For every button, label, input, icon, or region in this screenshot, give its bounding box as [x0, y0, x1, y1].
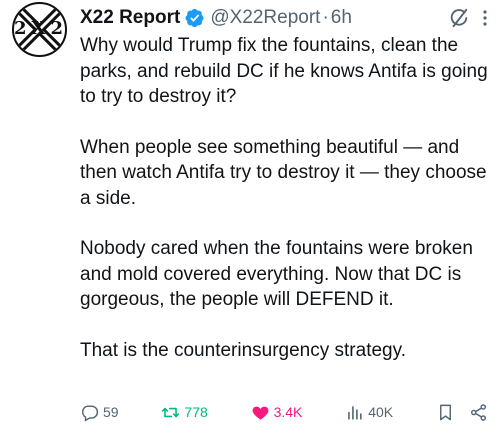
avatar[interactable]: 2X2: [12, 2, 67, 57]
more-icon[interactable]: [482, 8, 488, 28]
action-bar: 59 778 3.4K 40K: [80, 400, 488, 424]
tweet-paragraph-1: Why would Trump fix the fountains, clean…: [80, 35, 488, 107]
views-icon: [348, 405, 362, 420]
reply-icon: [81, 404, 99, 422]
reply-button[interactable]: 59: [80, 403, 119, 422]
share-button[interactable]: [469, 403, 488, 422]
repost-count: 778: [184, 404, 208, 420]
timestamp[interactable]: 6h: [331, 6, 352, 30]
heart-icon: [252, 406, 269, 420]
bookmark-button[interactable]: [436, 403, 455, 422]
display-name[interactable]: X22 Report: [80, 6, 180, 30]
tweet: 2X2 X22 Report @X22Report · 6h Why would…: [0, 0, 500, 430]
reply-count: 59: [103, 404, 119, 420]
tweet-paragraph-2: When people see something beautiful — an…: [80, 136, 487, 209]
handle[interactable]: @X22Report: [210, 6, 320, 30]
views-button[interactable]: 40K: [345, 403, 393, 422]
tweet-paragraph-3: Nobody cared when the fountains were bro…: [80, 238, 473, 310]
verified-badge-icon: [185, 8, 205, 28]
grok-icon[interactable]: [448, 7, 470, 29]
repost-icon: [162, 407, 180, 417]
action-bar-right: [436, 403, 488, 422]
bookmark-icon: [440, 404, 451, 420]
repost-button[interactable]: 778: [161, 403, 208, 422]
views-count: 40K: [368, 404, 394, 420]
tweet-paragraph-4: That is the counterinsurgency strategy.: [80, 339, 406, 361]
like-button[interactable]: 3.4K: [251, 403, 303, 422]
avatar-text: 2X2: [14, 18, 67, 39]
like-count: 3.4K: [273, 404, 303, 420]
tweet-text: Why would Trump fix the fountains, clean…: [80, 33, 490, 363]
header-actions: [448, 7, 488, 29]
tweet-header: X22 Report @X22Report · 6h: [80, 6, 488, 30]
share-icon: [470, 403, 487, 421]
separator: ·: [322, 7, 329, 28]
